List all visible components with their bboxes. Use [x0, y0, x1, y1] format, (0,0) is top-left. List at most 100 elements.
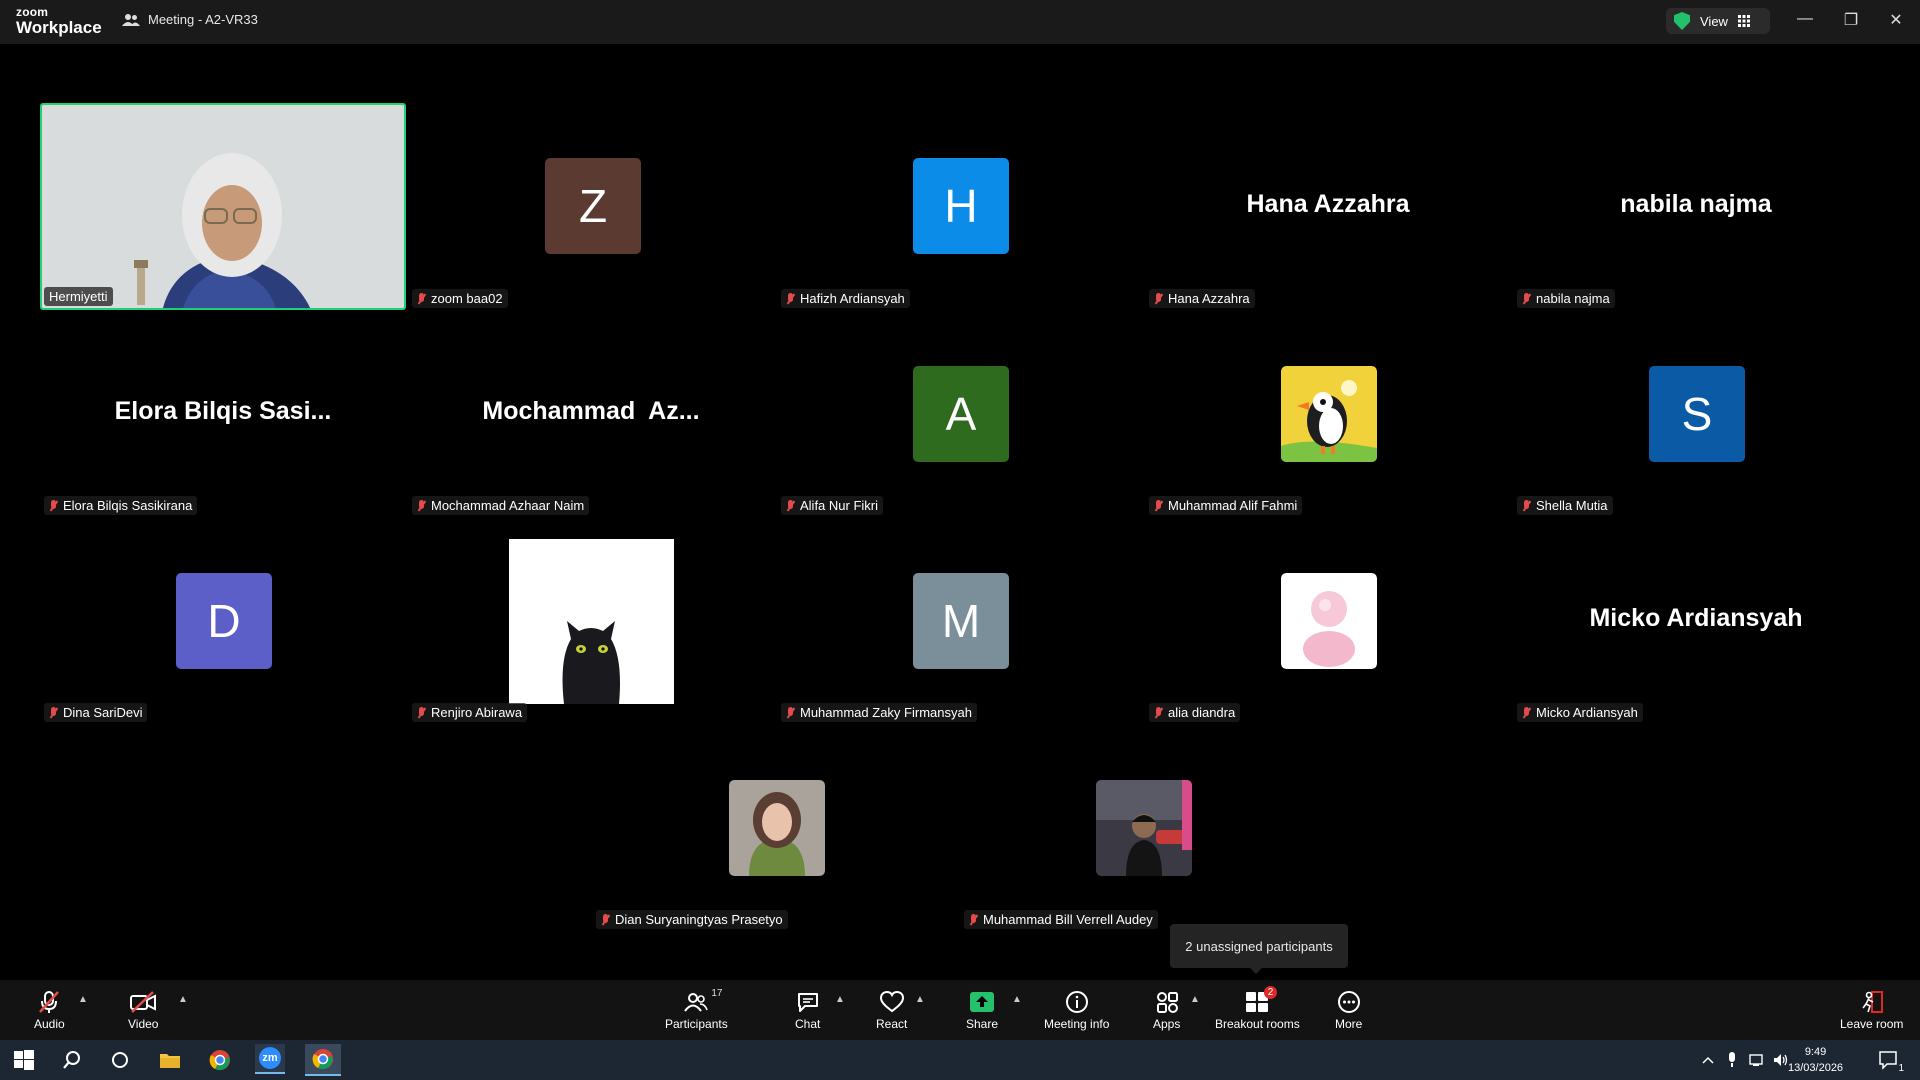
- participants-button[interactable]: 17 Participants: [665, 988, 728, 1031]
- participant-tile-zaky[interactable]: M Muhammad Zaky Firmansyah: [777, 517, 1143, 724]
- participant-name-label: Hafizh Ardiansyah: [781, 289, 910, 308]
- participant-display-name: nabila najma: [1620, 190, 1772, 218]
- video-off-icon: [129, 990, 157, 1014]
- mic-muted-icon: [786, 499, 795, 512]
- video-label: Video: [128, 1017, 159, 1031]
- participant-name: Dina SariDevi: [63, 705, 143, 720]
- audio-options-caret-icon[interactable]: ▲: [78, 994, 88, 1005]
- more-icon: [1337, 990, 1361, 1014]
- taskbar-clock[interactable]: 9:49 13/03/2026: [1788, 1044, 1843, 1076]
- participant-tile-dian[interactable]: Dian Suryaningtyas Prasetyo: [592, 724, 958, 931]
- toothless-dragon-image: [509, 539, 674, 704]
- participant-name: Hana Azzahra: [1168, 291, 1250, 306]
- notifications-icon[interactable]: 1: [1874, 1046, 1904, 1074]
- participant-name: Hafizh Ardiansyah: [800, 291, 905, 306]
- mic-off-icon: [37, 990, 61, 1014]
- breakout-rooms-icon: 2: [1245, 986, 1278, 1014]
- leave-room-label: Leave room: [1840, 1017, 1904, 1031]
- participant-tile-hermiyetti[interactable]: Hermiyetti: [40, 103, 406, 310]
- audio-button[interactable]: Audio: [34, 990, 65, 1031]
- participant-tile-zoom-baa02[interactable]: Z zoom baa02: [408, 103, 774, 310]
- participant-tile-hana[interactable]: Hana Azzahra Hana Azzahra: [1145, 103, 1511, 310]
- meeting-title: Meeting - A2-VR33: [122, 12, 258, 27]
- close-icon[interactable]: ✕: [1876, 10, 1916, 30]
- leave-room-button[interactable]: Leave room: [1840, 990, 1903, 1031]
- share-options-caret-icon[interactable]: ▲: [1012, 994, 1022, 1005]
- participant-name: Dian Suryaningtyas Prasetyo: [615, 912, 783, 927]
- zoom-taskbar-icon[interactable]: zm: [255, 1044, 285, 1074]
- participant-avatar: S: [1649, 366, 1745, 462]
- view-label: View: [1700, 13, 1728, 29]
- breakout-label: Breakout rooms: [1215, 1017, 1300, 1031]
- participant-tile-alif-fahmi[interactable]: Muhammad Alif Fahmi: [1145, 310, 1511, 517]
- participant-name: Shella Mutia: [1536, 498, 1608, 513]
- chat-icon: [796, 990, 820, 1014]
- react-label: React: [876, 1017, 908, 1031]
- participant-tile-elora[interactable]: Elora Bilqis Sasi... Elora Bilqis Sasiki…: [40, 310, 406, 517]
- restore-icon[interactable]: ❐: [1831, 10, 1871, 30]
- participant-display-name: Mochammad Az...: [482, 397, 700, 425]
- participant-tile-dina[interactable]: D Dina SariDevi: [40, 517, 406, 724]
- participant-tile-hafizh[interactable]: H Hafizh Ardiansyah: [777, 103, 1143, 310]
- man-photo-avatar-image: [1096, 780, 1192, 876]
- participant-display-name: Micko Ardiansyah: [1589, 604, 1803, 632]
- participant-display-name: Elora Bilqis Sasi...: [114, 397, 332, 425]
- participant-avatar: M: [913, 573, 1009, 669]
- audio-label: Audio: [34, 1017, 65, 1031]
- chrome-icon[interactable]: [206, 1046, 234, 1074]
- network-icon[interactable]: [1748, 1046, 1766, 1074]
- view-button[interactable]: View: [1666, 8, 1770, 34]
- participant-name: Muhammad Zaky Firmansyah: [800, 705, 972, 720]
- apps-icon: [1155, 990, 1179, 1014]
- participants-label: Participants: [665, 1017, 728, 1031]
- participant-tile-mochammad[interactable]: Mochammad Az... Mochammad Azhaar Naim: [408, 310, 774, 517]
- apps-button[interactable]: Apps: [1153, 990, 1180, 1031]
- apps-label: Apps: [1153, 1017, 1181, 1031]
- mic-muted-icon: [1154, 292, 1163, 305]
- grid-icon: [1737, 15, 1750, 27]
- participant-tile-renjiro[interactable]: Renjiro Abirawa: [408, 517, 774, 724]
- participant-tile-alia[interactable]: alia diandra: [1145, 517, 1511, 724]
- participant-name: zoom baa02: [431, 291, 503, 306]
- windows-start-icon[interactable]: [10, 1046, 38, 1074]
- mic-muted-icon: [786, 292, 795, 305]
- participant-tile-alifa[interactable]: A Alifa Nur Fikri: [777, 310, 1143, 517]
- participant-name: Mochammad Azhaar Naim: [431, 498, 585, 513]
- mic-muted-icon: [417, 292, 426, 305]
- file-explorer-icon[interactable]: [156, 1046, 184, 1074]
- chat-options-caret-icon[interactable]: ▲: [835, 994, 845, 1005]
- participant-tile-nabila[interactable]: nabila najma nabila najma: [1513, 103, 1879, 310]
- pink-bubble-avatar-image: [1281, 573, 1377, 669]
- woman-photo-avatar-image: [729, 780, 825, 876]
- search-icon[interactable]: [58, 1046, 86, 1074]
- share-button[interactable]: Share: [966, 990, 998, 1031]
- participant-tile-bill[interactable]: Muhammad Bill Verrell Audey: [960, 724, 1326, 931]
- chrome-active-icon[interactable]: [305, 1044, 341, 1076]
- participant-tile-shella[interactable]: S Shella Mutia: [1513, 310, 1879, 517]
- microphone-icon[interactable]: [1724, 1046, 1740, 1074]
- participant-avatar: D: [176, 573, 272, 669]
- react-button[interactable]: React: [876, 990, 907, 1031]
- minimize-icon[interactable]: —: [1785, 10, 1825, 30]
- participant-name: alia diandra: [1168, 705, 1236, 720]
- zoom-taskbar-label: zm: [259, 1047, 281, 1069]
- video-options-caret-icon[interactable]: ▲: [178, 994, 188, 1005]
- meeting-info-label: Meeting info: [1044, 1017, 1110, 1031]
- participant-name-label: zoom baa02: [412, 289, 508, 308]
- share-screen-icon: [969, 990, 995, 1014]
- react-options-caret-icon[interactable]: ▲: [915, 994, 925, 1005]
- more-button[interactable]: More: [1335, 990, 1362, 1031]
- chat-button[interactable]: Chat: [795, 990, 820, 1031]
- apps-options-caret-icon[interactable]: ▲: [1190, 994, 1200, 1005]
- participant-name-label: Muhammad Zaky Firmansyah: [781, 703, 977, 722]
- participant-tile-micko[interactable]: Micko Ardiansyah Micko Ardiansyah: [1513, 517, 1879, 724]
- participant-name-label: Elora Bilqis Sasikirana: [44, 496, 198, 515]
- task-view-icon[interactable]: [106, 1046, 134, 1074]
- meeting-title-text: Meeting - A2-VR33: [148, 12, 258, 27]
- security-shield-icon: [1674, 12, 1690, 30]
- meeting-info-button[interactable]: Meeting info: [1044, 990, 1109, 1031]
- breakout-rooms-button[interactable]: 2 Breakout rooms: [1215, 986, 1300, 1031]
- breakout-badge: 2: [1263, 986, 1278, 999]
- show-hidden-icons-icon[interactable]: [1700, 1046, 1716, 1074]
- video-button[interactable]: Video: [128, 990, 158, 1031]
